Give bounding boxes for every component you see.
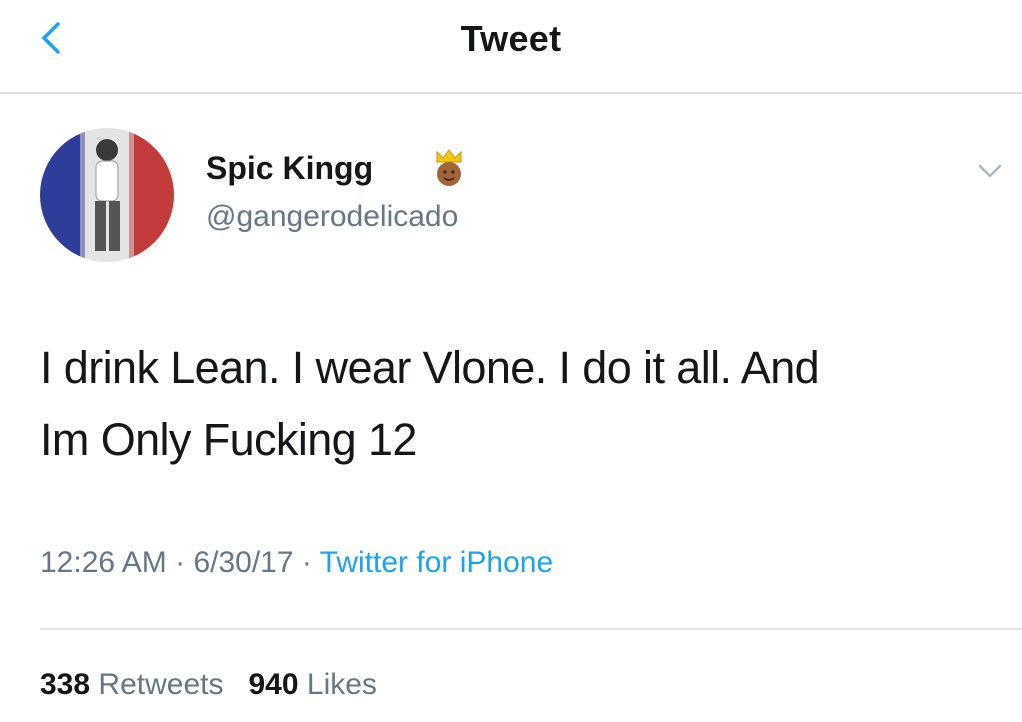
tweet-meta: 12:26 AM · 6/30/17 · Twitter for iPhone xyxy=(40,546,553,580)
tweet-text: I drink Lean. I wear Vlone. I do it all.… xyxy=(40,332,1000,476)
meta-separator: · xyxy=(301,546,312,579)
avatar-image xyxy=(40,128,174,262)
tweet-time: 12:26 AM xyxy=(40,546,167,579)
retweets-count: 338 xyxy=(40,668,91,701)
tweet-menu-button[interactable] xyxy=(974,160,1006,184)
likes-label: Likes xyxy=(306,668,377,701)
tweet-stats: 338 Retweets 940 Likes xyxy=(40,668,377,702)
retweets-label: Retweets xyxy=(98,668,224,701)
retweets-stat[interactable]: 338 Retweets xyxy=(40,668,232,701)
meta-separator: · xyxy=(175,546,186,579)
display-name[interactable]: Spic Kingg xyxy=(206,150,373,187)
avatar[interactable] xyxy=(40,128,174,262)
user-handle[interactable]: @gangerodelicado xyxy=(206,200,458,234)
likes-count: 940 xyxy=(248,668,299,701)
tweet-date: 6/30/17 xyxy=(193,546,294,579)
crown-emoji-icon xyxy=(432,148,466,188)
likes-stat[interactable]: 940 Likes xyxy=(248,668,376,701)
divider xyxy=(40,628,1022,630)
tweet-source-link[interactable]: Twitter for iPhone xyxy=(320,546,553,579)
tweet-text-line-1: I drink Lean. I wear Vlone. I do it all.… xyxy=(40,342,820,393)
tweet-text-line-2: Im Only Fucking 12 xyxy=(40,414,417,465)
chevron-down-icon xyxy=(978,164,1002,178)
page-title: Tweet xyxy=(460,18,562,59)
top-bar: Tweet xyxy=(0,0,1022,94)
